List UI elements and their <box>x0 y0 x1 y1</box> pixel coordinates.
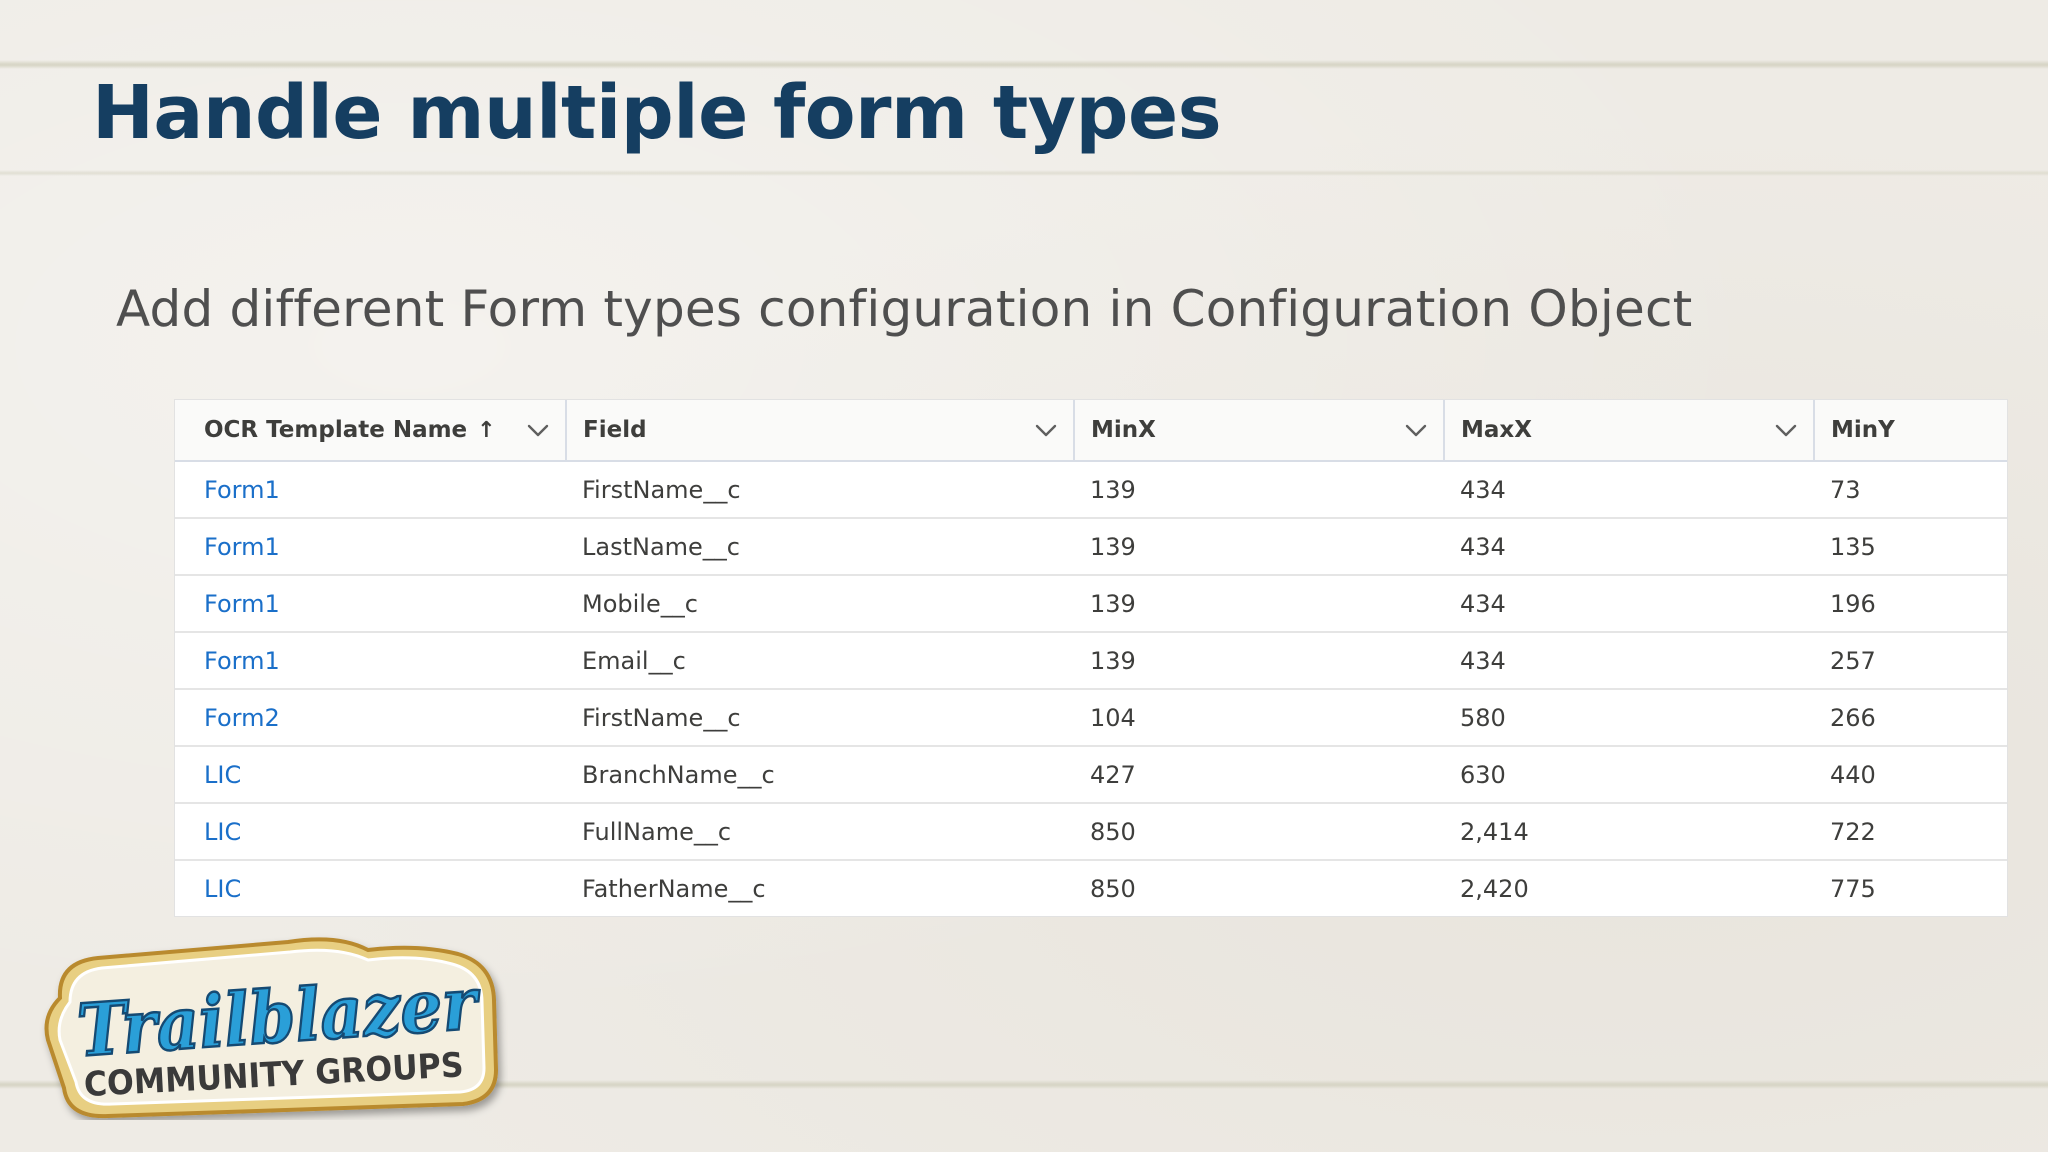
column-header-miny[interactable]: MinY <box>1813 400 2007 462</box>
field-cell: FirstName__c <box>566 689 1074 747</box>
table-row: Form1 FirstName__c 139 434 73 <box>175 461 2007 519</box>
paper-rule-line <box>0 170 2048 176</box>
field-cell: BranchName__c <box>566 746 1074 804</box>
minx-cell: 427 <box>1074 746 1444 804</box>
field-cell: FirstName__c <box>566 461 1074 519</box>
table-row: LIC BranchName__c 427 630 440 <box>175 746 2007 804</box>
field-cell: Email__c <box>566 632 1074 690</box>
column-header-label: MinY <box>1831 417 1895 443</box>
column-header-ocr-template-name[interactable]: OCR Template Name ↑ <box>175 400 566 462</box>
miny-cell: 440 <box>1814 746 2007 804</box>
field-cell: LastName__c <box>566 518 1074 576</box>
template-name-link[interactable]: LIC <box>204 875 241 903</box>
miny-cell: 722 <box>1814 803 2007 861</box>
slide-title: Handle multiple form types <box>92 70 1222 156</box>
ocr-config-table: OCR Template Name ↑ Field MinX MaxX MinY… <box>175 400 2007 916</box>
miny-cell: 135 <box>1814 518 2007 576</box>
table-row: Form1 Mobile__c 139 434 196 <box>175 575 2007 633</box>
minx-cell: 850 <box>1090 874 1136 903</box>
miny-cell: 73 <box>1814 461 2007 519</box>
table-row: LIC FatherName__c 850 2,420 775 <box>175 860 2007 916</box>
miny-cell: 775 <box>1830 874 1876 903</box>
table-row: LIC FullName__c 850 2,414 722 <box>175 803 2007 861</box>
miny-cell: 196 <box>1814 575 2007 633</box>
column-header-label: MaxX <box>1461 417 1532 443</box>
maxx-cell: 434 <box>1444 518 1814 576</box>
maxx-cell: 630 <box>1444 746 1814 804</box>
table-row: Form1 Email__c 139 434 257 <box>175 632 2007 690</box>
field-cell: Mobile__c <box>566 575 1074 633</box>
maxx-cell: 2,414 <box>1444 803 1814 861</box>
template-name-link[interactable]: Form1 <box>204 590 280 618</box>
minx-cell: 850 <box>1074 803 1444 861</box>
minx-cell: 139 <box>1074 632 1444 690</box>
column-header-label: OCR Template Name <box>204 417 468 443</box>
minx-cell: 139 <box>1074 575 1444 633</box>
template-name-link[interactable]: LIC <box>204 818 241 846</box>
table-header-row: OCR Template Name ↑ Field MinX MaxX MinY <box>175 400 2007 462</box>
chevron-down-icon[interactable] <box>1033 417 1059 443</box>
table-row: Form2 FirstName__c 104 580 266 <box>175 689 2007 747</box>
maxx-cell: 434 <box>1444 632 1814 690</box>
chevron-down-icon[interactable] <box>1773 417 1799 443</box>
minx-cell: 104 <box>1074 689 1444 747</box>
maxx-cell: 434 <box>1444 575 1814 633</box>
trailblazer-community-groups-logo: Trailblazer COMMUNITY GROUPS <box>38 920 508 1120</box>
miny-cell: 257 <box>1814 632 2007 690</box>
template-name-link[interactable]: LIC <box>204 761 241 789</box>
minx-cell: 139 <box>1074 518 1444 576</box>
chevron-down-icon[interactable] <box>525 417 551 443</box>
template-name-link[interactable]: Form2 <box>204 704 280 732</box>
table-row: Form1 LastName__c 139 434 135 <box>175 518 2007 576</box>
field-cell: FullName__c <box>566 803 1074 861</box>
maxx-cell: 434 <box>1444 461 1814 519</box>
column-header-label: Field <box>583 417 647 443</box>
maxx-cell: 580 <box>1444 689 1814 747</box>
arrow-up-icon[interactable]: ↑ <box>477 418 495 443</box>
template-name-link[interactable]: Form1 <box>204 647 280 675</box>
miny-cell: 266 <box>1814 689 2007 747</box>
template-name-link[interactable]: Form1 <box>204 533 280 561</box>
paper-rule-line <box>0 60 2048 69</box>
minx-cell: 139 <box>1074 461 1444 519</box>
column-header-field[interactable]: Field <box>565 400 1074 462</box>
column-header-maxx[interactable]: MaxX <box>1443 400 1814 462</box>
field-cell: FatherName__c <box>582 874 766 903</box>
chevron-down-icon[interactable] <box>1403 417 1429 443</box>
column-header-label: MinX <box>1091 417 1156 443</box>
maxx-cell: 2,420 <box>1460 874 1529 903</box>
column-header-minx[interactable]: MinX <box>1073 400 1444 462</box>
template-name-link[interactable]: Form1 <box>204 476 280 504</box>
slide-subtitle: Add different Form types configuration i… <box>116 280 1693 338</box>
